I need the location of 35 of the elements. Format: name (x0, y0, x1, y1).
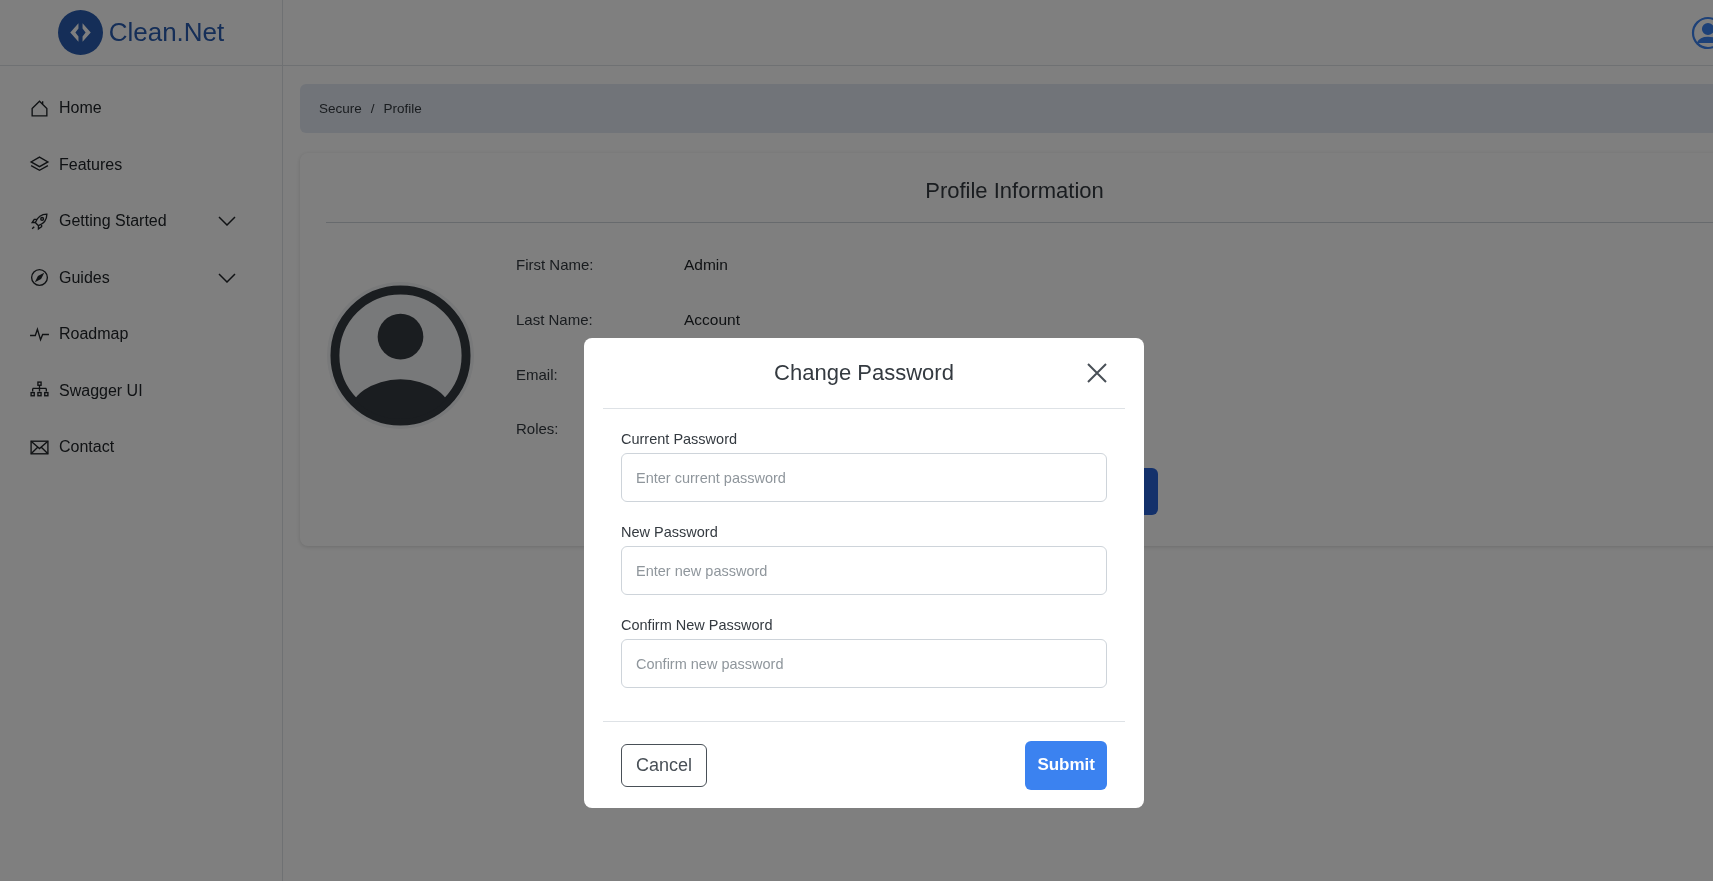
field-value: Admin (684, 256, 729, 274)
field-label: Roles: (516, 420, 560, 437)
card-title: Profile Information (924, 178, 1105, 204)
rocket-icon (29, 210, 50, 232)
dialog-title: Change Password (774, 360, 954, 386)
compass-icon (29, 267, 50, 289)
field-value: Account (684, 311, 740, 329)
close-button[interactable] (1086, 362, 1108, 384)
password-field[interactable]: Enter new password (621, 546, 1107, 595)
sidebar-item[interactable]: Roadmap (0, 306, 282, 363)
breadcrumb-link[interactable]: Profile (383, 101, 422, 116)
sidebar-item[interactable]: Getting Started (0, 193, 282, 250)
chevron-down-icon (218, 216, 236, 227)
logo-icon (57, 10, 103, 55)
chevron-down-icon (218, 272, 236, 283)
breadcrumb-separator: / (370, 101, 375, 116)
password-field[interactable]: Enter current password (621, 453, 1107, 502)
sidebar-item[interactable]: Swagger UI (0, 362, 282, 419)
field-label: Last Name: (516, 311, 594, 329)
sidebar-item[interactable]: Guides (0, 249, 282, 306)
close-icon (1086, 362, 1108, 384)
home-icon (29, 97, 50, 119)
sidebar-item[interactable]: Features (0, 136, 282, 193)
field-label: Email: (516, 366, 559, 383)
field-label: Current Password (621, 431, 739, 447)
sidebar-item[interactable]: Home (0, 80, 282, 137)
submit-button[interactable]: Submit (1025, 740, 1107, 790)
password-field[interactable]: Confirm new password (621, 639, 1107, 688)
logo-text: Clean.Net (108, 17, 225, 48)
field-label: First Name: (516, 256, 595, 274)
cancel-button[interactable]: Cancel (621, 743, 708, 787)
sidebar-item[interactable]: Contact (0, 419, 282, 476)
breadcrumb-link[interactable]: Secure (319, 101, 362, 116)
field-label: Confirm New Password (621, 617, 774, 633)
field-label: New Password (621, 524, 719, 540)
